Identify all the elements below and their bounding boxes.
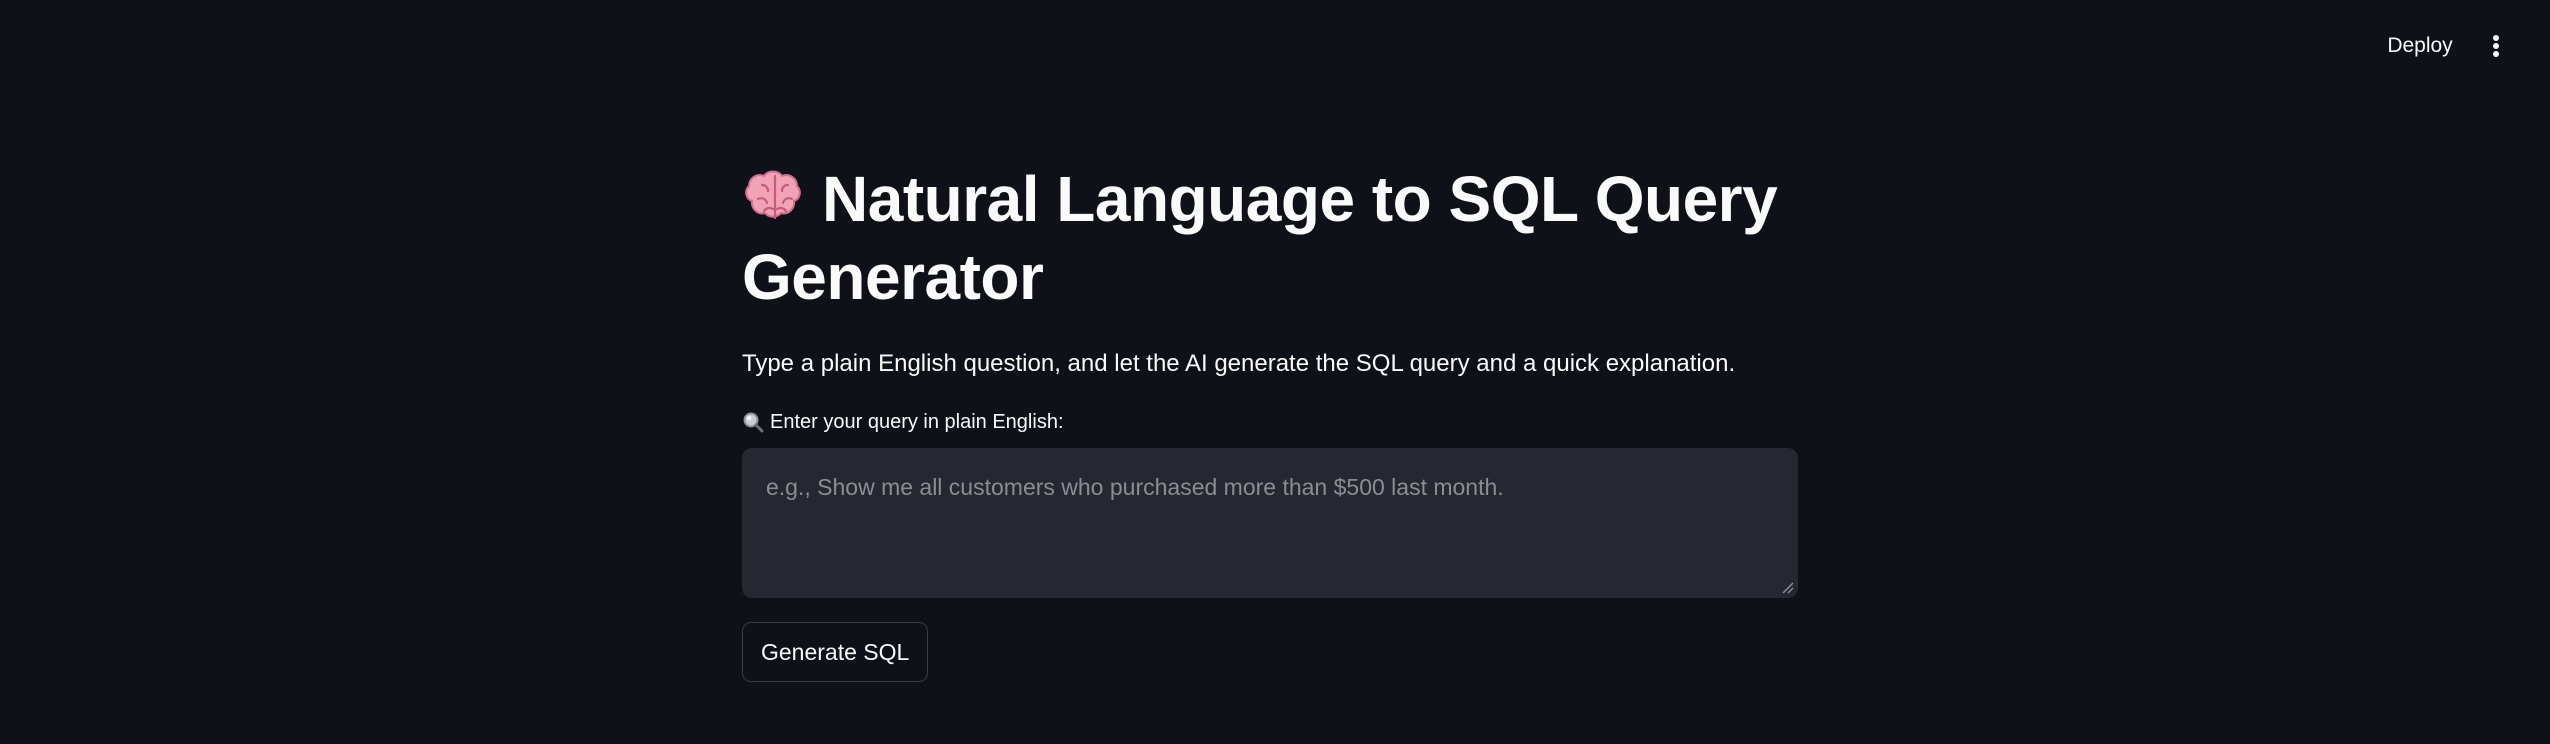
deploy-button[interactable]: Deploy: [2370, 28, 2470, 64]
generate-sql-button[interactable]: Generate SQL: [742, 622, 929, 682]
app-root: Deploy Natural Language to SQL Query Gen…: [0, 0, 2550, 744]
page-title: Natural Language to SQL Query Generator: [742, 160, 1798, 316]
query-input[interactable]: [742, 448, 1798, 598]
query-field-label: Enter your query in plain English:: [742, 408, 1798, 436]
main-content: Natural Language to SQL Query Generator …: [742, 160, 1798, 682]
top-toolbar: Deploy: [0, 0, 2550, 92]
magnifying-glass-icon: [742, 411, 764, 433]
query-input-container: [742, 448, 1798, 598]
brain-emoji-icon: [742, 166, 808, 226]
page-title-text: Natural Language to SQL Query Generator: [742, 163, 1778, 313]
page-subtitle: Type a plain English question, and let t…: [742, 350, 1736, 377]
resize-handle-icon[interactable]: [1780, 580, 1794, 594]
query-field-label-text: Enter your query in plain English:: [770, 411, 1064, 433]
vertical-dots-icon[interactable]: [2478, 26, 2514, 66]
